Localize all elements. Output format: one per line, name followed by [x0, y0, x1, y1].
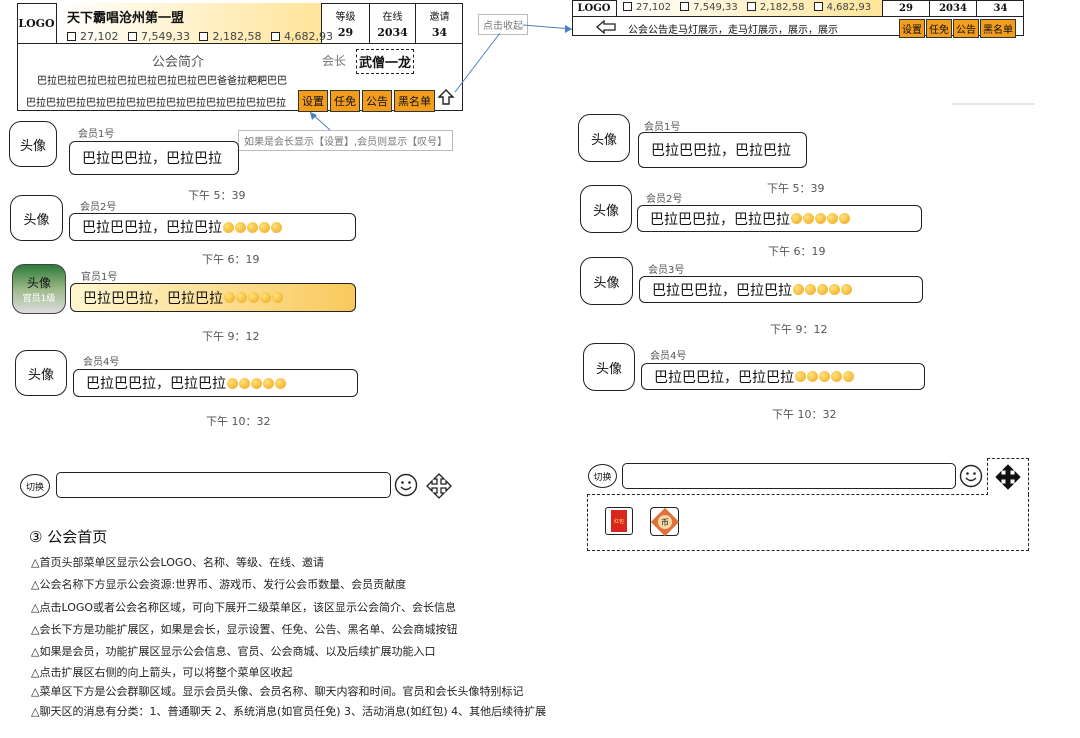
officer-badge: 官员1级	[22, 294, 56, 304]
message-time: 下午 9：12	[770, 323, 828, 336]
message-time: 下午 5：39	[767, 182, 825, 195]
member-name: 会员2号	[646, 194, 683, 205]
collapsed-function-buttons: 设置 任免 公告 黑名单	[898, 18, 1016, 38]
avatar[interactable]: 头像	[578, 114, 630, 162]
message-time: 下午 10：32	[772, 408, 837, 421]
avatar[interactable]: 头像	[9, 121, 57, 167]
member-name: 会员1号	[78, 129, 115, 140]
back-arrow-icon[interactable]	[596, 19, 616, 38]
red-packet-button[interactable]: 红包	[605, 507, 633, 535]
notice-button[interactable]: 公告	[953, 19, 979, 38]
message-time: 下午 10：32	[206, 415, 271, 428]
note-line: △聊天区的消息有分类：1、普通聊天 2、系统消息(如官员任免) 3、活动消息(如…	[31, 705, 547, 719]
switch-button[interactable]: 切换	[20, 474, 50, 498]
note-line: △首页头部菜单区显示公会LOGO、名称、等级、在线、邀请	[31, 556, 325, 569]
message-input[interactable]	[56, 472, 391, 498]
officer-name: 官员1号	[81, 272, 118, 283]
member-name: 会员3号	[648, 265, 685, 276]
guild-coin-button[interactable]: 币	[650, 507, 679, 536]
red-packet-icon: 红包	[611, 510, 627, 532]
collapsed-resources: 27,102 7,549,33 2,182,58 4,682,93	[617, 0, 883, 17]
settings-button[interactable]: 设置	[899, 19, 925, 38]
note-line: △菜单区下方是公会群聊区域。显示会员头像、会员名称、聊天内容和时间。官员和会长头…	[31, 685, 524, 699]
member-name: 会员1号	[644, 122, 681, 133]
member-name: 会员4号	[650, 351, 687, 362]
note-line: △点击LOGO或者公会名称区域，可向下展开二级菜单区，该区显示公会简介、会长信息	[31, 600, 457, 614]
collapsed-online: 2034	[929, 0, 976, 17]
message-time: 下午 5：39	[188, 189, 246, 202]
chat-bubble[interactable]: 巴拉巴巴拉，巴拉巴拉	[69, 213, 356, 241]
collapsed-logo[interactable]: LOGO	[572, 0, 617, 17]
message-input[interactable]	[622, 463, 956, 489]
notice-marquee[interactable]: 公会公告走马灯展示，走马灯展示，展示，展示	[628, 21, 838, 36]
chat-bubble[interactable]: 巴拉巴巴拉，巴拉巴拉	[638, 132, 807, 168]
collapsed-level: 29	[883, 0, 929, 17]
switch-button[interactable]: 切换	[588, 464, 617, 488]
blacklist-button[interactable]: 黑名单	[980, 19, 1016, 38]
officer-avatar[interactable]: 头像 官员1级	[12, 264, 66, 314]
note-line: △公会名称下方显示公会资源:世界币、游戏币、发行公会币数量、会员贡献度	[31, 578, 407, 592]
notes-title: ③ 公会首页	[29, 528, 108, 546]
message-time: 下午 6：19	[202, 253, 260, 266]
collapsed-invite[interactable]: 34	[976, 0, 1024, 17]
note-line: △点击扩展区右侧的向上箭头，可以将整个菜单区收起	[31, 666, 293, 680]
emoji-icon[interactable]	[394, 473, 418, 501]
move-expand-icon[interactable]	[426, 473, 452, 503]
chat-bubble[interactable]: 巴拉巴巴拉，巴拉巴拉	[641, 363, 925, 390]
note-line: △如果是会员，功能扩展区显示公会信息、官员、公会商城、以及后续扩展功能入口	[31, 645, 436, 659]
avatar[interactable]: 头像	[580, 185, 632, 233]
avatar[interactable]: 头像	[15, 350, 67, 396]
chat-bubble[interactable]: 巴拉巴巴拉，巴拉巴拉	[639, 276, 923, 303]
notes-list: △首页头部菜单区显示公会LOGO、名称、等级、在线、邀请 △公会名称下方显示公会…	[31, 552, 546, 723]
avatar[interactable]: 头像	[10, 195, 63, 241]
member-name: 会员4号	[83, 357, 120, 368]
chat-bubble[interactable]: 巴拉巴巴拉，巴拉巴拉	[73, 369, 358, 397]
avatar[interactable]: 头像	[583, 343, 635, 391]
message-time: 下午 6：19	[768, 245, 826, 258]
emoji-icon[interactable]	[959, 464, 983, 492]
appoint-button[interactable]: 任免	[926, 19, 952, 38]
avatar[interactable]: 头像	[580, 257, 633, 305]
chat-bubble[interactable]: 巴拉巴巴拉，巴拉巴拉	[69, 141, 239, 175]
chat-bubble-officer[interactable]: 巴拉巴巴拉，巴拉巴拉	[70, 283, 356, 312]
message-time: 下午 9：12	[202, 330, 260, 343]
note-line: △会长下方是功能扩展区，如果是会长，显示设置、任免、公告、黑名单、公会商城按钮	[31, 622, 458, 636]
coin-icon: 币	[650, 507, 679, 536]
move-expand-icon[interactable]	[995, 464, 1021, 494]
member-name: 会员2号	[80, 202, 117, 213]
chat-bubble[interactable]: 巴拉巴巴拉，巴拉巴拉	[637, 205, 922, 232]
